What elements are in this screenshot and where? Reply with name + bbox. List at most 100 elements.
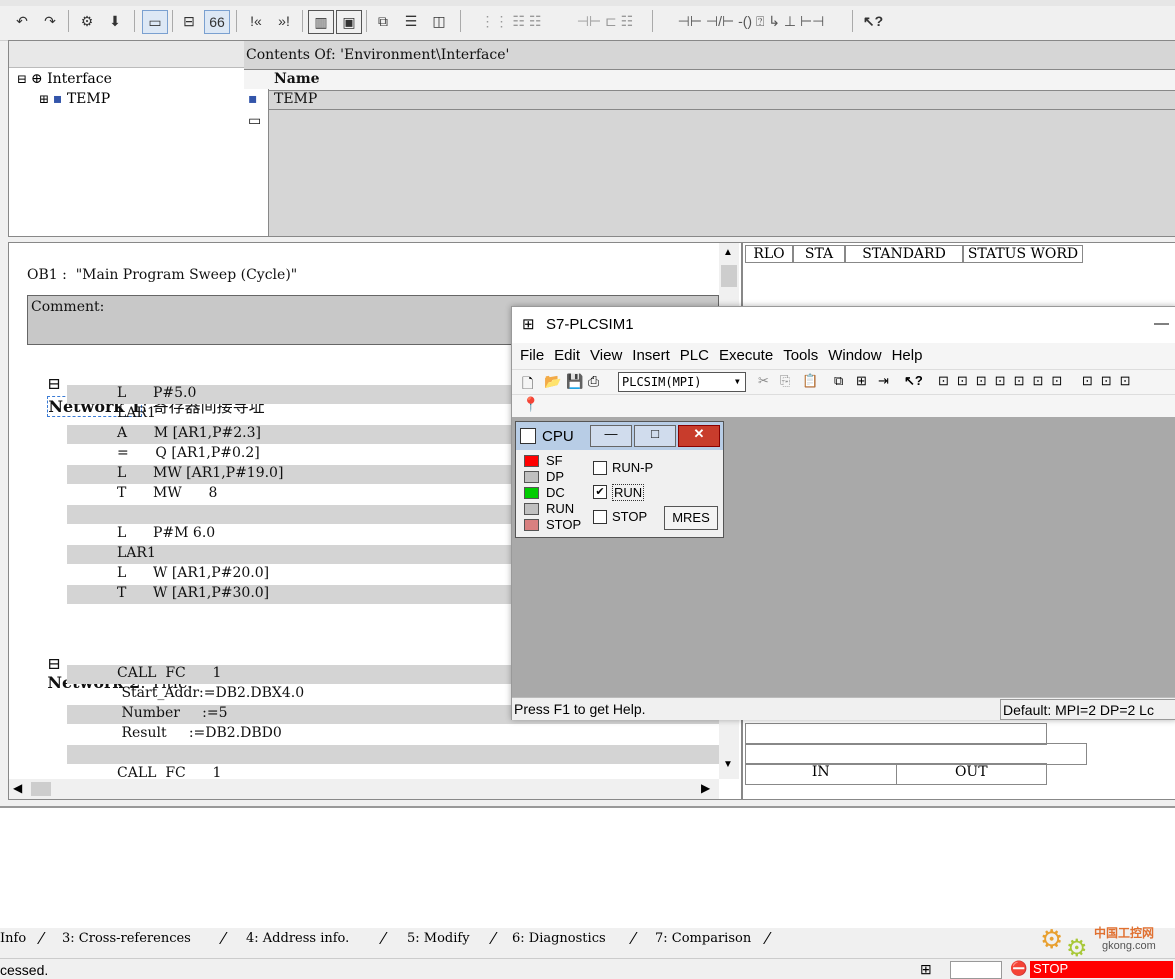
redo-icon[interactable]: ↷ bbox=[40, 10, 60, 32]
copy-icon[interactable]: ⎘ bbox=[780, 373, 790, 389]
scroll-down-icon[interactable]: ▼ bbox=[723, 759, 733, 770]
menu-window[interactable]: Window bbox=[828, 347, 881, 367]
tab-comparison[interactable]: 7: Comparison bbox=[655, 931, 751, 946]
run-checkbox[interactable]: ✔ bbox=[593, 485, 607, 499]
insert-icons[interactable]: ⊡⊡⊡⊡⊡⊡⊡ ⊡⊡⊡ bbox=[938, 373, 1139, 389]
tab-diagnostics[interactable]: 6: Diagnostics bbox=[512, 931, 606, 946]
tree-child-label: TEMP bbox=[66, 91, 111, 107]
hscroll-thumb[interactable] bbox=[31, 782, 51, 796]
new-row-icon[interactable]: ▭ bbox=[248, 113, 261, 129]
code-line[interactable]: Start_Addr:=DB2.DBX4.0 bbox=[117, 685, 304, 701]
contents-row-temp[interactable]: TEMP bbox=[274, 91, 317, 107]
code-line[interactable]: L P#M 6.0 bbox=[117, 525, 215, 541]
menu-help[interactable]: Help bbox=[892, 347, 923, 367]
column-name-header[interactable]: Name bbox=[274, 71, 320, 87]
cut-icon[interactable]: ✂ bbox=[758, 373, 769, 389]
plcsim-titlebar[interactable]: ⊞ S7-PLCSIM1 — bbox=[512, 307, 1175, 343]
dp-led bbox=[524, 471, 539, 483]
code-line[interactable]: Result :=DB2.DBD0 bbox=[117, 725, 281, 741]
cpu-close-button[interactable]: ✕ bbox=[678, 425, 720, 447]
scroll-thumb[interactable] bbox=[721, 265, 737, 287]
help-icon[interactable]: ↖? bbox=[904, 373, 923, 389]
code-line[interactable]: LAR1 bbox=[117, 545, 156, 561]
code-line[interactable]: T MW 8 bbox=[117, 485, 217, 501]
minimize-button[interactable]: — bbox=[1154, 315, 1169, 332]
save-icon[interactable]: 💾 bbox=[566, 373, 583, 390]
download-icon[interactable]: ⬇ bbox=[104, 10, 126, 32]
cpu-minimize-button[interactable]: — bbox=[590, 425, 632, 447]
interface-select[interactable]: PLCSIM(MPI) ▾ bbox=[618, 372, 746, 392]
glasses-icon[interactable]: 66 bbox=[204, 10, 230, 34]
status-row bbox=[745, 723, 1047, 745]
statusword-header: STATUS WORD bbox=[963, 245, 1083, 263]
code-line[interactable]: L W [AR1,P#20.0] bbox=[117, 565, 269, 581]
next-icon[interactable]: »! bbox=[272, 10, 296, 32]
code-line[interactable]: LAR1 bbox=[117, 405, 156, 421]
code-line[interactable]: = Q [AR1,P#0.2] bbox=[117, 445, 260, 461]
in-label: IN bbox=[746, 764, 897, 784]
tab-address-info[interactable]: 4: Address info. bbox=[246, 931, 349, 946]
status-help-text: Press F1 to get Help. bbox=[514, 701, 646, 717]
plcsim-toolbar: 🗋 📂 💾 ⎙ PLCSIM(MPI) ▾ ✂ ⎘ 📋 ⧉ ⊞ ⇥ ↖? ⊡⊡⊡… bbox=[512, 369, 1175, 395]
stop-checkbox[interactable] bbox=[593, 510, 607, 524]
menu-plc[interactable]: PLC bbox=[680, 347, 709, 367]
tab-modify[interactable]: 5: Modify bbox=[407, 931, 470, 946]
menu-tools[interactable]: Tools bbox=[783, 347, 818, 367]
interface-icon: ⊕ bbox=[30, 71, 43, 87]
print-icon[interactable]: ⎙ bbox=[588, 373, 599, 390]
cpu-maximize-button[interactable]: □ bbox=[634, 425, 676, 447]
pin-icon[interactable]: ⇥ bbox=[878, 373, 889, 389]
ladder-icons[interactable]: ⋮⋮ ☷ ☷ bbox=[466, 10, 556, 32]
chevron-down-icon[interactable]: ▾ bbox=[734, 374, 741, 388]
pin-red-icon[interactable]: 📍 bbox=[522, 396, 539, 413]
prev-icon[interactable]: !« bbox=[244, 10, 268, 32]
code-line[interactable]: L MW [AR1,P#19.0] bbox=[117, 465, 283, 481]
code-line[interactable]: L P#5.0 bbox=[117, 385, 196, 401]
paste-icon[interactable]: 📋 bbox=[802, 373, 818, 389]
details-tabs: Info ⁄ 3: Cross-references ⁄ 4: Address … bbox=[0, 928, 1175, 950]
run-p-checkbox[interactable] bbox=[593, 461, 607, 475]
horizontal-scrollbar[interactable]: ◀ ▶ bbox=[9, 779, 719, 799]
plcsim-toolbar2: 📍 bbox=[512, 393, 1175, 417]
interface-select-value: PLCSIM(MPI) bbox=[622, 375, 702, 389]
code-line[interactable]: A M [AR1,P#2.3] bbox=[117, 425, 261, 441]
scroll-up-icon[interactable]: ▲ bbox=[723, 247, 733, 258]
ladder-element-icons[interactable]: ⊣⊢ ⊣/⊢ -() ⍰ ↳ ⊥ ⊢⊣ bbox=[656, 10, 846, 32]
settings-icon[interactable]: ⚙ bbox=[76, 10, 98, 32]
mres-button[interactable]: MRES bbox=[664, 506, 718, 530]
plcsim-menubar: File Edit View Insert PLC Execute Tools … bbox=[520, 347, 1170, 367]
menu-file[interactable]: File bbox=[520, 347, 544, 367]
tab-info[interactable]: Info bbox=[0, 931, 26, 946]
scroll-right-icon[interactable]: ▶ bbox=[701, 781, 710, 795]
tile-h-icon[interactable]: ☰ bbox=[400, 10, 422, 32]
collapse-icon[interactable]: ⊟ bbox=[47, 374, 60, 393]
tab-cross-references[interactable]: 3: Cross-references bbox=[62, 931, 191, 946]
plcsim-app-icon: ⊞ bbox=[522, 316, 535, 333]
tile-icon[interactable]: ⊞ bbox=[856, 373, 867, 389]
menu-insert[interactable]: Insert bbox=[632, 347, 670, 367]
undo-icon[interactable]: ↶ bbox=[12, 10, 32, 32]
monitor-icon[interactable]: ▣ bbox=[336, 10, 362, 34]
code-line[interactable]: T W [AR1,P#30.0] bbox=[117, 585, 269, 601]
open-icon[interactable]: 📂 bbox=[544, 373, 561, 390]
scroll-left-icon[interactable]: ◀ bbox=[13, 781, 22, 795]
network-icon[interactable]: ⊟ bbox=[178, 10, 200, 32]
menu-edit[interactable]: Edit bbox=[554, 347, 580, 367]
tile-v-icon[interactable]: ◫ bbox=[428, 10, 450, 32]
sta-header: STA bbox=[793, 245, 845, 263]
tree-root[interactable]: ⊟ ⊕ Interface bbox=[17, 71, 112, 87]
menu-execute[interactable]: Execute bbox=[719, 347, 773, 367]
menu-view[interactable]: View bbox=[590, 347, 622, 367]
overview-icon[interactable]: ▥ bbox=[308, 10, 334, 34]
status-row bbox=[745, 743, 1087, 765]
code-line[interactable]: CALL FC 1 bbox=[117, 665, 221, 681]
program-icon[interactable]: ▭ bbox=[142, 10, 168, 34]
tree-child[interactable]: ⊞ ▪ TEMP bbox=[39, 91, 110, 107]
cascade-icon[interactable]: ⧉ bbox=[834, 373, 843, 389]
collapse-icon[interactable]: ⊟ bbox=[47, 654, 60, 673]
code-line[interactable]: Number :=5 bbox=[117, 705, 227, 721]
cpu-titlebar[interactable]: CPU — □ ✕ bbox=[516, 422, 723, 450]
cascade-icon[interactable]: ⧉ bbox=[372, 10, 394, 32]
help-icon[interactable]: ↖? bbox=[860, 10, 886, 32]
contact-icons[interactable]: ⊣⊢ ⊏ ☷ bbox=[560, 10, 650, 32]
